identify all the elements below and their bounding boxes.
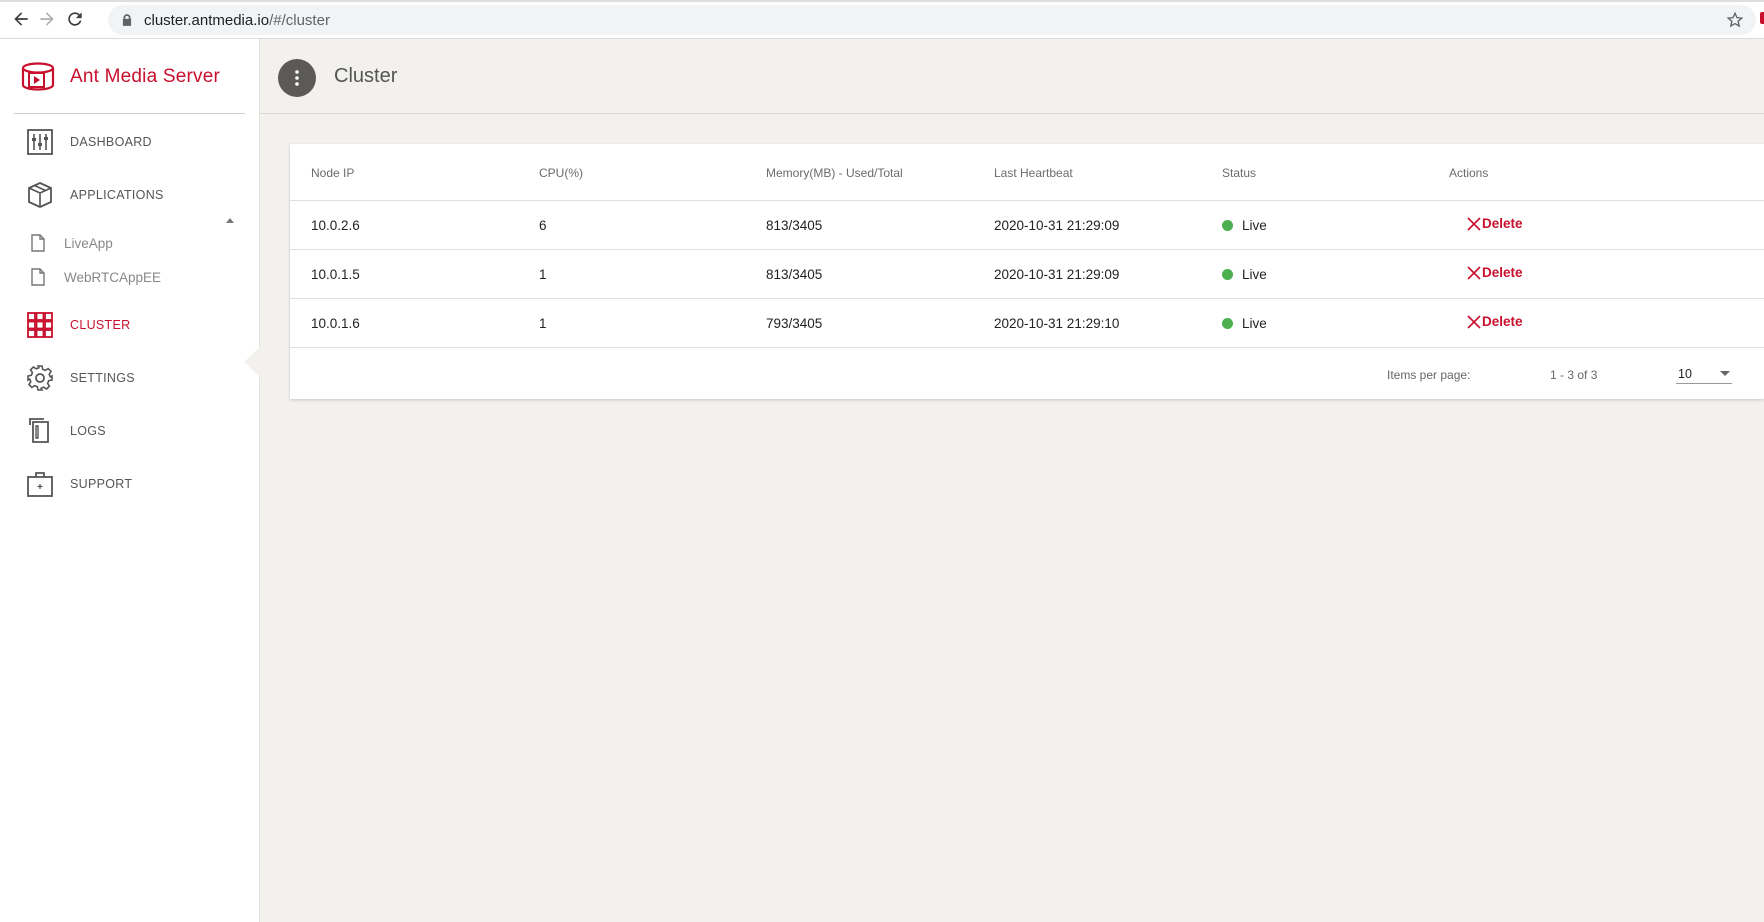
reload-icon	[68, 12, 82, 26]
delete-button[interactable]: Delete	[1467, 216, 1523, 231]
cell-heartbeat: 2020-10-31 21:29:09	[994, 267, 1120, 282]
brand-divider	[14, 113, 245, 114]
cell-node-ip: 10.0.1.6	[311, 316, 360, 331]
items-per-page-value: 10	[1678, 367, 1692, 381]
brand-name: Ant Media Server	[70, 66, 220, 87]
close-icon	[1467, 314, 1481, 329]
extension-icon[interactable]	[1760, 12, 1764, 24]
sidebar-item-label: SETTINGS	[70, 371, 135, 385]
status-text: Live	[1242, 267, 1267, 282]
sidebar-item-label: SUPPORT	[70, 477, 133, 491]
sidebar-app-webrtcappee[interactable]: WebRTCAppEE	[30, 266, 161, 288]
sidebar-app-label: LiveApp	[64, 235, 113, 251]
sidebar-item-support[interactable]: SUPPORT	[26, 469, 132, 499]
sidebar-item-dashboard[interactable]: DASHBOARD	[26, 127, 152, 157]
sliders-icon	[26, 128, 54, 156]
back-arrow-icon	[14, 12, 28, 26]
url-path: /#/cluster	[269, 11, 330, 29]
cell-memory: 813/3405	[766, 218, 823, 233]
live-status-dot	[1222, 318, 1233, 329]
cell-heartbeat: 2020-10-31 21:29:10	[994, 316, 1120, 331]
url-text: cluster.antmedia.io/#/cluster	[144, 12, 330, 29]
sidebar-item-label: CLUSTER	[70, 318, 131, 332]
sidebar-item-label: LOGS	[70, 424, 106, 438]
collapse-caret-icon[interactable]	[226, 218, 234, 223]
gear-icon	[26, 364, 54, 392]
cell-cpu: 1	[539, 267, 547, 282]
status-text: Live	[1242, 316, 1267, 331]
delete-button[interactable]: Delete	[1467, 314, 1523, 329]
file-icon	[31, 234, 45, 252]
sidebar-item-cluster[interactable]: CLUSTER	[26, 310, 130, 340]
browser-toolbar: cluster.antmedia.io/#/cluster	[0, 0, 1764, 39]
sidebar-item-label: DASHBOARD	[70, 135, 152, 149]
cell-cpu: 6	[539, 218, 547, 233]
box-icon	[26, 181, 54, 209]
cell-cpu: 1	[539, 316, 547, 331]
delete-button[interactable]: Delete	[1467, 265, 1523, 280]
forward-arrow-icon	[40, 12, 54, 26]
close-icon	[1467, 265, 1481, 280]
logs-icon	[26, 417, 54, 445]
active-item-pointer	[244, 347, 260, 377]
cell-status: Live	[1222, 267, 1267, 282]
cluster-table-card: Node IP CPU(%) Memory(MB) - Used/Total L…	[290, 144, 1764, 399]
items-per-page-select[interactable]: 10	[1676, 358, 1732, 384]
lock-icon	[122, 14, 132, 26]
cell-memory: 793/3405	[766, 316, 823, 331]
address-bar[interactable]: cluster.antmedia.io/#/cluster	[108, 5, 1756, 35]
close-icon	[1467, 216, 1481, 231]
page-title: Cluster	[334, 65, 398, 87]
cell-status: Live	[1222, 218, 1267, 233]
sidebar-item-applications[interactable]: APPLICATIONS	[26, 180, 164, 210]
more-options-button[interactable]	[278, 59, 316, 97]
reload-button[interactable]	[58, 2, 92, 36]
vertical-dots-icon	[295, 70, 299, 86]
column-header-memory[interactable]: Memory(MB) - Used/Total	[766, 166, 903, 180]
table-row: 10.0.1.5 1 813/3405 2020-10-31 21:29:09 …	[290, 250, 1764, 299]
ant-media-logo-icon	[21, 62, 55, 91]
column-header-cpu[interactable]: CPU(%)	[539, 166, 583, 180]
column-header-actions: Actions	[1449, 166, 1489, 180]
grid-icon	[26, 311, 54, 339]
live-status-dot	[1222, 220, 1233, 231]
file-icon	[31, 268, 45, 286]
live-status-dot	[1222, 269, 1233, 280]
paginator-range: 1 - 3 of 3	[1550, 368, 1598, 382]
cell-node-ip: 10.0.1.5	[311, 267, 360, 282]
cell-status: Live	[1222, 316, 1267, 331]
sidebar-item-label: APPLICATIONS	[70, 188, 164, 202]
cell-node-ip: 10.0.2.6	[311, 218, 360, 233]
delete-label: Delete	[1482, 216, 1523, 231]
sidebar-app-liveapp[interactable]: LiveApp	[30, 232, 113, 254]
table-row: 10.0.2.6 6 813/3405 2020-10-31 21:29:09 …	[290, 201, 1764, 250]
support-box-icon	[26, 470, 54, 498]
cell-memory: 813/3405	[766, 267, 823, 282]
delete-label: Delete	[1482, 265, 1523, 280]
url-host: cluster.antmedia.io	[144, 11, 270, 29]
page-header: Cluster	[260, 39, 1764, 114]
sidebar-item-settings[interactable]: SETTINGS	[26, 363, 135, 393]
dropdown-arrow-icon	[1720, 371, 1730, 376]
column-header-last-heartbeat[interactable]: Last Heartbeat	[994, 166, 1073, 180]
delete-label: Delete	[1482, 314, 1523, 329]
cell-heartbeat: 2020-10-31 21:29:09	[994, 218, 1120, 233]
column-header-status[interactable]: Status	[1222, 166, 1256, 180]
main-content: Cluster Node IP CPU(%) Memory(MB) - Used…	[260, 39, 1764, 922]
column-header-node-ip[interactable]: Node IP	[311, 166, 354, 180]
tab-strip-edge	[0, 0, 1764, 2]
bookmark-star-icon[interactable]	[1726, 11, 1744, 29]
sidebar: Ant Media Server DASHBOARD APPLICATIONS …	[0, 39, 260, 922]
table-row: 10.0.1.6 1 793/3405 2020-10-31 21:29:10 …	[290, 299, 1764, 348]
items-per-page-label: Items per page:	[1387, 368, 1471, 382]
brand-logo[interactable]: Ant Media Server	[20, 61, 220, 93]
status-text: Live	[1242, 218, 1267, 233]
sidebar-item-logs[interactable]: LOGS	[26, 416, 106, 446]
sidebar-app-label: WebRTCAppEE	[64, 269, 162, 285]
table-header: Node IP CPU(%) Memory(MB) - Used/Total L…	[290, 144, 1764, 201]
